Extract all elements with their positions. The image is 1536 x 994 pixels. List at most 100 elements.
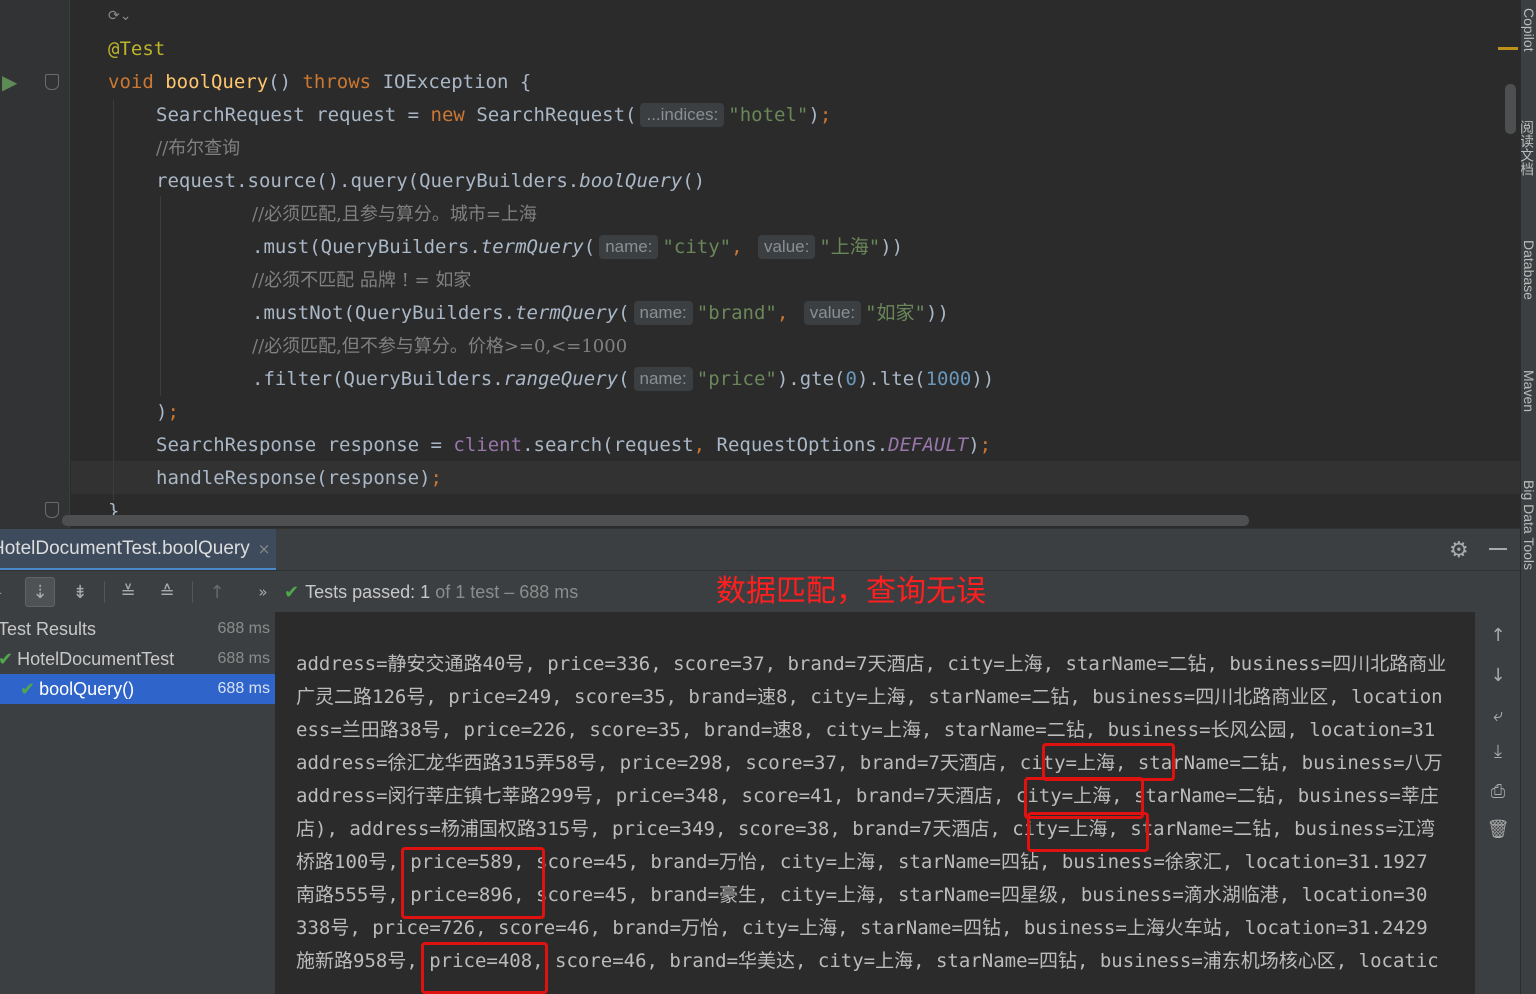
code-token: IOException {: [382, 71, 532, 93]
highlight-city-1: [1042, 743, 1175, 781]
code-token: "price": [696, 368, 777, 390]
maven-tool[interactable]: Maven: [1521, 370, 1536, 412]
code-token: termQuery: [515, 302, 619, 324]
code-line: //必须匹配,且参与算分。城市=上海: [252, 198, 537, 231]
code-token: SearchResponse response =: [156, 434, 454, 456]
trash-icon[interactable]: 🗑: [1485, 816, 1511, 842]
previous-failed-icon[interactable]: ↑: [202, 577, 232, 607]
warning-marker[interactable]: [1498, 47, 1518, 50]
code-token: ,: [731, 236, 754, 258]
status-count: 1: [420, 582, 431, 602]
horizontal-scrollbar[interactable]: [62, 515, 1249, 526]
fold-end-icon[interactable]: [45, 502, 59, 518]
code-token: RequestOptions.: [716, 434, 889, 456]
vertical-scrollbar[interactable]: [1505, 84, 1516, 134]
more-actions-icon[interactable]: »: [248, 577, 278, 607]
code-token: ;: [979, 434, 992, 456]
parameter-hint: name:: [599, 235, 659, 259]
code-token: )): [880, 236, 904, 258]
close-icon[interactable]: ×: [258, 540, 271, 558]
code-token: rangeQuery: [503, 368, 619, 390]
code-token: "hotel": [728, 104, 809, 126]
code-line: request.source().query(QueryBuilders.boo…: [156, 165, 705, 198]
test-tree-label: boolQuery(): [39, 679, 135, 699]
code-token: ;: [819, 104, 832, 126]
parameter-hint: value:: [757, 235, 816, 259]
tests-status: ✔ Tests passed: 1 of 1 test – 688 ms: [284, 571, 578, 613]
code-token: ;: [167, 401, 179, 423]
console-output[interactable]: address=静安交通路40号, price=336, score=37, b…: [277, 612, 1475, 994]
code-token: "如家": [865, 302, 926, 324]
pass-check-icon: ✔: [0, 649, 13, 670]
code-token: //必须匹配,且参与算分。城市=上海: [252, 204, 537, 225]
test-tree-label: HotelDocumentTest: [17, 649, 175, 669]
collapse-all-icon[interactable]: ≙: [152, 577, 182, 607]
code-token: )): [971, 368, 995, 390]
code-token: termQuery: [480, 236, 584, 258]
sort-by-duration-icon[interactable]: ⇟: [65, 577, 95, 607]
expand-all-icon[interactable]: ≚: [113, 577, 143, 607]
code-line: SearchRequest request = new SearchReques…: [156, 99, 831, 132]
code-line: //必须匹配,但不参与算分。价格>=0,<=1000: [252, 330, 627, 363]
code-token: client: [453, 434, 523, 456]
code-editor[interactable]: ⟳⌄ ▶ @Test void boolQuery() throws IOExce…: [0, 0, 1520, 528]
status-prefix: Tests passed:: [305, 582, 416, 602]
console-side-toolbar: ↑ ↓ ⤶ ⤓ ⎙ 🗑: [1475, 612, 1520, 994]
git-author-icon[interactable]: ⟳⌄: [108, 8, 131, 24]
highlight-price-1: [401, 847, 545, 919]
code-token: @Test: [108, 38, 166, 60]
run-panel-header: HotelDocumentTest.boolQuery × ⚙: [0, 528, 1520, 571]
big-data-tools[interactable]: Big Data Tools: [1521, 480, 1536, 570]
copilot-tool[interactable]: Copilot: [1521, 8, 1536, 52]
code-line: .must(QueryBuilders.termQuery(name: "city…: [252, 231, 903, 264]
code-line: .filter(QueryBuilders.rangeQuery(name: "p…: [252, 363, 994, 396]
code-token: ): [156, 401, 168, 423]
code-token: boolQuery: [165, 71, 269, 93]
arrow-up-icon[interactable]: ↑: [1485, 622, 1511, 648]
code-token: request.source().query(QueryBuilders.: [156, 170, 580, 192]
print-icon[interactable]: ⎙: [1485, 778, 1511, 804]
test-tree-row[interactable]: ✔HotelDocumentTest 688 ms: [0, 644, 275, 674]
rerun-icon[interactable]: ▸: [0, 577, 12, 607]
code-token: ).gte(: [776, 368, 846, 390]
code-token: ,: [776, 302, 800, 324]
code-token: ).lte(: [856, 368, 926, 390]
scroll-to-end-icon[interactable]: ⤓: [1485, 738, 1511, 764]
test-tree-row[interactable]: Test Results 688 ms: [0, 614, 275, 644]
code-line: .mustNot(QueryBuilders.termQuery(name: "b…: [252, 297, 949, 330]
test-results-tree: Test Results688 ms✔HotelDocumentTest688 …: [0, 612, 276, 994]
code-token: .search(request: [522, 434, 694, 456]
arrow-down-icon[interactable]: ↓: [1485, 662, 1511, 688]
code-token: 0: [845, 368, 857, 390]
code-token: .mustNot(QueryBuilders.: [252, 302, 516, 324]
code-token: DEFAULT: [888, 434, 969, 456]
red-annotation: 数据匹配，查询无误: [716, 574, 986, 609]
code-token: .must(QueryBuilders.: [252, 236, 481, 258]
run-tab-label: HotelDocumentTest.boolQuery: [0, 537, 250, 559]
test-tree-label: Test Results: [0, 619, 97, 639]
code-line: SearchResponse response = client.search(…: [156, 429, 991, 462]
code-token: handleResponse(response): [156, 467, 431, 489]
run-test-icon[interactable]: ▶: [2, 70, 17, 94]
code-line: //布尔查询: [156, 132, 240, 165]
fold-start-icon[interactable]: [45, 74, 59, 90]
code-token: "brand": [696, 302, 777, 324]
reading-docs-tool[interactable]: 阅读文档: [1521, 120, 1536, 176]
soft-wrap-icon[interactable]: ⤶: [1485, 702, 1511, 728]
highlight-price-2: [421, 942, 548, 994]
code-token: //必须匹配,但不参与算分。价格>=0,<=1000: [252, 336, 628, 357]
code-token: //布尔查询: [156, 138, 241, 159]
code-token: boolQuery: [579, 170, 683, 192]
gear-icon[interactable]: ⚙: [1449, 538, 1469, 563]
run-tab[interactable]: HotelDocumentTest.boolQuery ×: [0, 529, 277, 571]
code-token: //必须不匹配 品牌 ! = 如家: [252, 270, 472, 291]
code-line: );: [156, 396, 179, 429]
code-token: ;: [430, 467, 442, 489]
database-tool[interactable]: Database: [1521, 240, 1536, 300]
console-line: 店), address=杨浦国权路315号, price=349, score=…: [296, 818, 1436, 840]
test-tree-row[interactable]: ✔ boolQuery() 688 ms: [0, 674, 275, 704]
sort-alphabetically-icon[interactable]: ⇣: [25, 577, 55, 607]
code-token: ): [808, 104, 820, 126]
right-tool-strip: Copilot 阅读文档 Database Maven Big Data Too…: [1520, 0, 1536, 994]
minimize-icon[interactable]: [1489, 548, 1507, 550]
